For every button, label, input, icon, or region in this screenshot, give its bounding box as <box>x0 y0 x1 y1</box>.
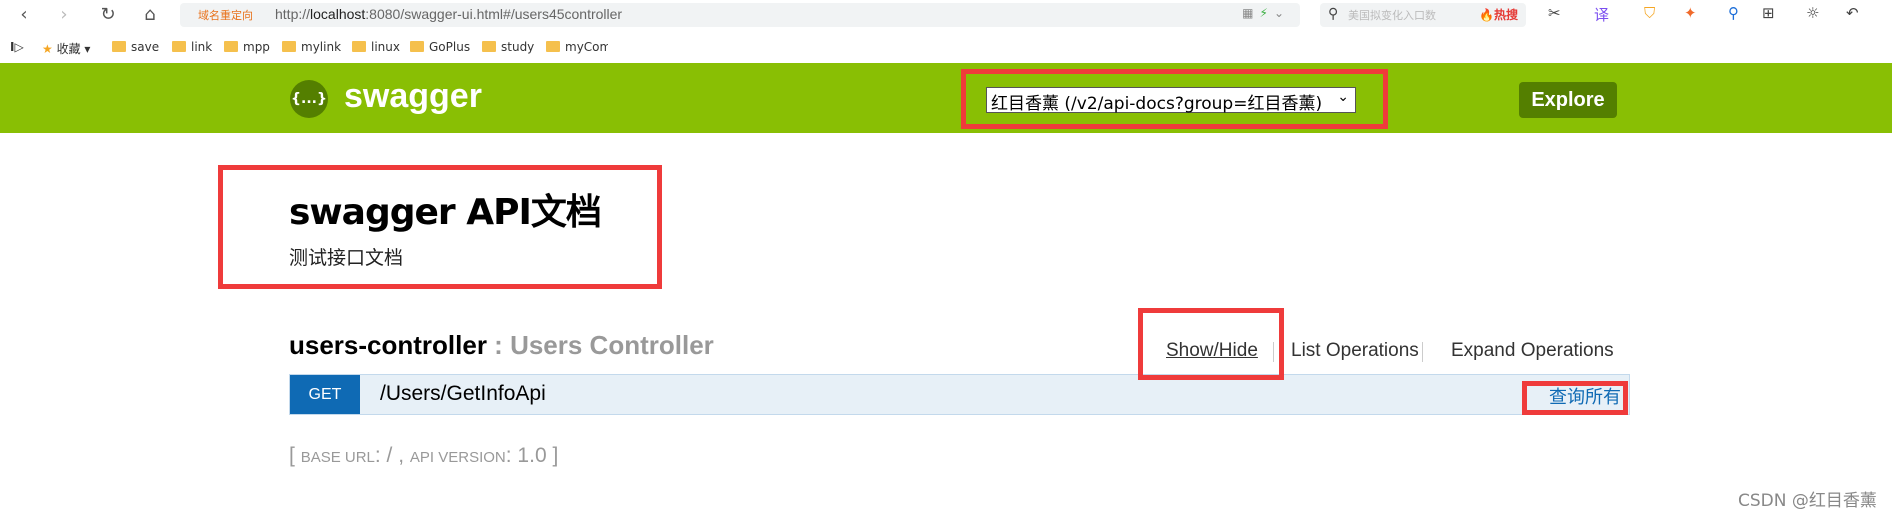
search-placeholder: 美国拟变化入口数 <box>1348 9 1436 22</box>
annotation-box-group-select <box>961 69 1388 129</box>
bookmarks-bar: I▷ ★ 收藏 ▾ save link mpp mylink linux GoP… <box>0 33 1892 63</box>
annotation-box-summary <box>1522 381 1628 415</box>
game-icon[interactable]: ✦ <box>1684 4 1697 22</box>
swagger-title: swagger <box>344 77 482 115</box>
bookmark-study[interactable]: study <box>482 40 534 54</box>
expand-operations-link[interactable]: Expand Operations <box>1451 340 1614 362</box>
swagger-logo-icon: {...} <box>290 80 328 118</box>
operation-path[interactable]: /Users/GetInfoApi <box>380 382 546 406</box>
list-operations-link[interactable]: List Operations <box>1291 340 1419 362</box>
operation-row[interactable]: GET /Users/GetInfoApi 查询所有 <box>289 374 1630 415</box>
swagger-header: {...} swagger 红目香薰 (/v2/api-docs?group=红… <box>0 63 1892 133</box>
http-method-badge[interactable]: GET <box>290 375 360 414</box>
bookmark-label: GoPlus <box>429 40 471 54</box>
folder-icon <box>112 41 126 52</box>
scissors-icon[interactable]: ✂ <box>1548 4 1561 22</box>
qr-icon[interactable]: ▦ <box>1242 6 1259 20</box>
search-icon: ⚲ <box>1328 6 1339 22</box>
close-bracket: ] <box>552 444 559 467</box>
sidebar-toggle-icon[interactable]: I▷ <box>10 40 24 54</box>
undo-icon[interactable]: ↶ <box>1846 4 1859 22</box>
open-bracket: [ <box>289 444 295 467</box>
search-box[interactable]: ⚲ 美国拟变化入口数 🔥热搜 <box>1320 3 1526 27</box>
resource-name[interactable]: users-controller <box>289 330 487 360</box>
url-rest: :8080/swagger-ui.html#/users45controller <box>365 6 623 22</box>
star-icon: ★ <box>42 42 53 56</box>
magnifier-icon[interactable]: ⚲ <box>1728 4 1739 22</box>
bookmark-goplus[interactable]: GoPlus <box>410 40 470 54</box>
base-url-label: BASE URL <box>300 449 375 466</box>
resource-description: Users Controller <box>510 330 714 360</box>
folder-icon <box>482 41 496 52</box>
folder-icon <box>282 41 296 52</box>
redirect-tag: 域名重定向 <box>198 9 253 22</box>
folder-icon <box>352 41 366 52</box>
bookmark-favorites[interactable]: ★ 收藏 ▾ <box>42 40 90 57</box>
forward-icon[interactable]: › <box>52 3 76 27</box>
api-version-value: : 1.0 <box>505 444 547 467</box>
back-icon[interactable]: ‹ <box>12 3 36 27</box>
bookmark-link[interactable]: link <box>172 40 212 54</box>
brightness-icon[interactable]: ☼ <box>1806 4 1819 22</box>
bookmark-linux[interactable]: linux <box>352 40 400 54</box>
chevron-down-icon[interactable]: ⌄ <box>1274 6 1290 20</box>
address-actions[interactable]: ▦⚡⌄ <box>1242 6 1290 20</box>
translate-icon[interactable]: 译 <box>1594 4 1609 25</box>
folder-icon <box>410 41 424 52</box>
address-url[interactable]: http://localhost:8080/swagger-ui.html#/u… <box>275 6 622 22</box>
bookmark-label: linux <box>371 40 400 54</box>
api-version-label: API VERSION <box>409 449 506 466</box>
bookmark-save[interactable]: save <box>112 40 159 54</box>
explore-button[interactable]: Explore <box>1519 82 1617 118</box>
folder-icon <box>172 41 186 52</box>
annotation-box-show-hide <box>1138 308 1284 380</box>
bookmark-mpp[interactable]: mpp <box>224 40 270 54</box>
bookmark-label: study <box>501 40 535 54</box>
browser-toolbar: ‹ › ↻ ⌂ 域名重定向 http://localhost:8080/swag… <box>0 0 1892 30</box>
bookmark-label: link <box>191 40 213 54</box>
csdn-watermark: CSDN @红目香薰 <box>1738 491 1877 511</box>
folder-icon <box>546 41 560 52</box>
bookmark-label: save <box>131 40 160 54</box>
reload-icon[interactable]: ↻ <box>96 3 120 27</box>
bookmark-mycom[interactable]: myCom <box>546 40 608 54</box>
annotation-box-api-info <box>218 165 662 289</box>
home-icon[interactable]: ⌂ <box>138 3 162 27</box>
folder-icon <box>224 41 238 52</box>
bookmark-label: 收藏 <box>56 42 81 56</box>
address-bar[interactable]: 域名重定向 http://localhost:8080/swagger-ui.h… <box>180 3 1300 27</box>
hot-search-badge[interactable]: 🔥热搜 <box>1479 6 1518 23</box>
shield-icon[interactable]: ⛉ <box>1644 4 1655 22</box>
bookmark-mylink[interactable]: mylink <box>282 40 341 54</box>
url-host: localhost <box>310 6 366 22</box>
bookmark-label: mylink <box>301 40 342 54</box>
bolt-icon[interactable]: ⚡ <box>1260 6 1274 20</box>
divider <box>1422 342 1423 362</box>
base-url-value: : / , <box>374 444 410 467</box>
apps-grid-icon[interactable]: ⊞ <box>1762 4 1775 22</box>
bookmark-label: myCom <box>565 40 608 54</box>
base-url-info: [ BASE URL: / , API VERSION: 1.0 ] <box>289 444 558 468</box>
bookmark-label: mpp <box>243 40 270 54</box>
resource-heading[interactable]: users-controller : Users Controller <box>289 330 714 361</box>
url-prefix: http:// <box>275 6 311 22</box>
resource-separator: : <box>486 330 511 360</box>
